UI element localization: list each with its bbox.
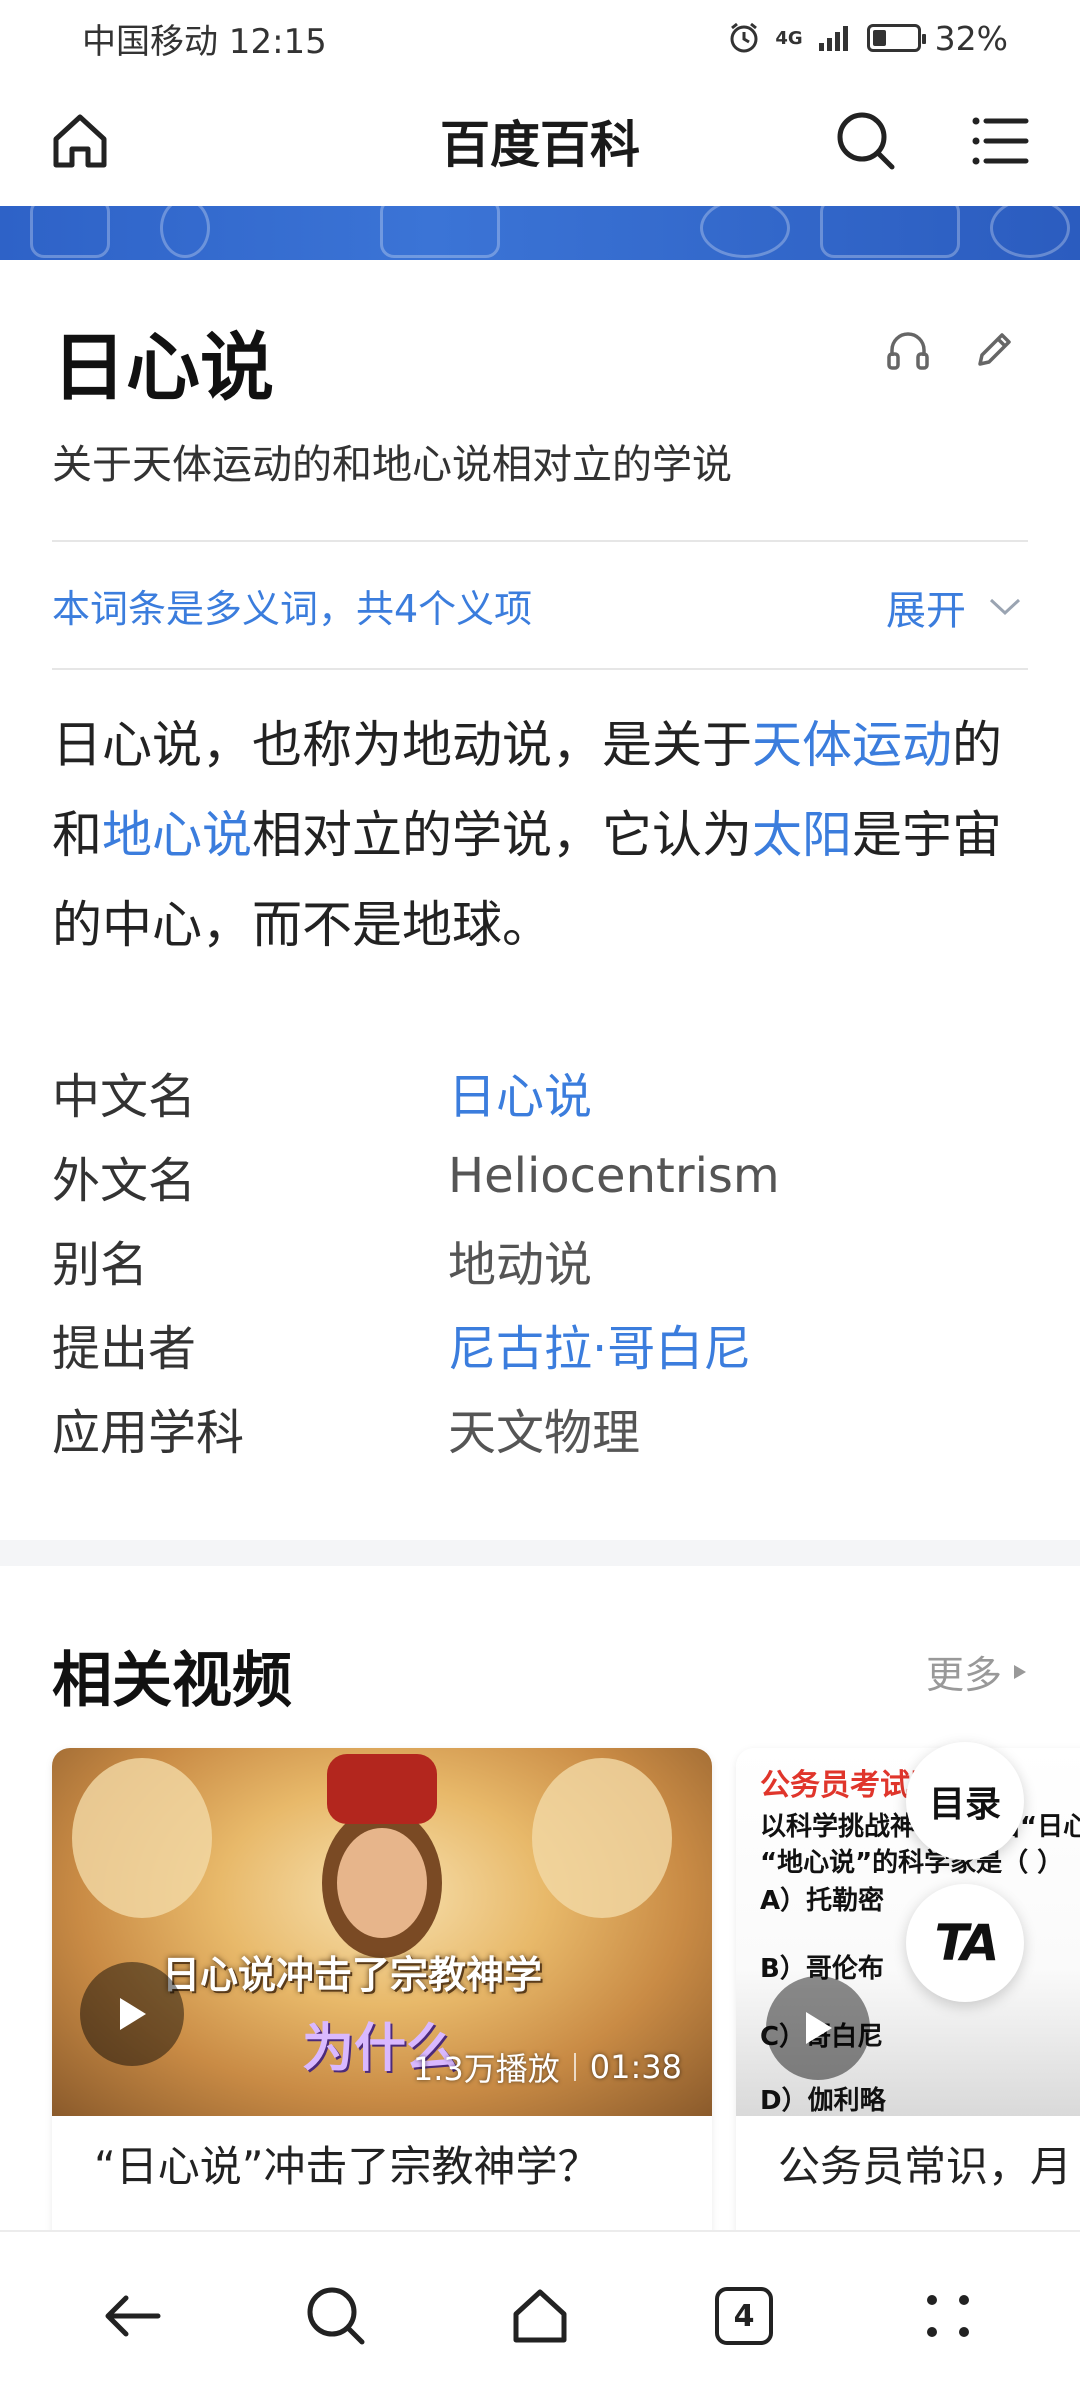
infobox-value: 地动说 <box>448 1237 593 1293</box>
triangle-right-icon <box>1014 1664 1026 1679</box>
search-icon[interactable] <box>826 101 906 181</box>
video-title[interactable]: 公务员常识，月 <box>736 2116 1080 2218</box>
infobox-row: 应用学科 天文物理 <box>52 1386 1028 1470</box>
tabs-button[interactable]: 4 <box>694 2266 794 2366</box>
infobox-row: 外文名 Heliocentrism <box>52 1134 1028 1218</box>
quiz-option: D）伽利略 <box>760 2086 886 2116</box>
more-link[interactable]: 更多 <box>926 1644 1028 1699</box>
top-nav: 百度百科 <box>0 76 1080 206</box>
header-banner <box>0 206 1080 260</box>
infobox-value: Heliocentrism <box>448 1148 780 1204</box>
entry-subtitle: 关于天体运动的和地心说相对立的学说 <box>52 442 732 488</box>
play-count: 1.3万播放 <box>412 2050 560 2088</box>
signal-icon <box>818 26 848 51</box>
summary-link[interactable]: 地心说 <box>102 806 252 864</box>
infobox: 中文名 日心说 外文名 Heliocentrism 别名 地动说 提出者 尼古拉·哥白尼 应用学… <box>52 1050 1028 1470</box>
thumbnail-angel <box>72 1758 212 1918</box>
quiz-question: “地心说”的科学家是（ ） <box>760 1848 1064 1878</box>
banner-decoration <box>160 206 210 258</box>
home-icon[interactable] <box>40 101 120 181</box>
meta-separator <box>573 2053 576 2081</box>
entry-title: 日心说 <box>52 325 274 411</box>
banner-decoration <box>380 206 500 258</box>
infobox-key: 提出者 <box>52 1321 197 1377</box>
banner-decoration <box>820 206 960 258</box>
bottom-nav: 4 <box>0 2230 1080 2400</box>
more-dots-icon[interactable] <box>898 2266 998 2366</box>
divider <box>52 540 1028 542</box>
banner-decoration <box>30 206 110 258</box>
video-card[interactable]: 日心说冲击了宗教神学 为什么 1.3万播放 01:38 “日心说”冲击了宗教神学… <box>52 1748 712 2230</box>
video-thumbnail[interactable]: 日心说冲击了宗教神学 为什么 1.3万播放 01:38 <box>52 1748 712 2116</box>
infobox-value-link[interactable]: 日心说 <box>448 1057 592 1127</box>
infobox-key: 应用学科 <box>52 1405 245 1461</box>
home-icon[interactable] <box>490 2266 590 2366</box>
infobox-row: 中文名 日心说 <box>52 1050 1028 1134</box>
infobox-value: 天文物理 <box>448 1405 641 1461</box>
play-button[interactable] <box>80 1962 184 2066</box>
carrier-time: 中国移动 12:15 <box>82 21 327 62</box>
play-button[interactable] <box>766 1976 870 2080</box>
back-icon[interactable] <box>82 2266 182 2366</box>
menu-icon[interactable] <box>960 101 1040 181</box>
banner-decoration <box>700 206 790 258</box>
alarm-icon <box>730 22 758 53</box>
play-icon <box>120 1998 146 2030</box>
video-meta: 1.3万播放 01:38 <box>413 2044 682 2090</box>
more-label: 更多 <box>925 1653 1002 1697</box>
battery-percent: 32% <box>934 18 1008 58</box>
thumbnail-face <box>337 1828 427 1938</box>
section-title: 相关视频 <box>52 1646 292 1716</box>
summary-link[interactable]: 天体运动 <box>752 716 952 774</box>
video-title[interactable]: “日心说”冲击了宗教神学？ <box>52 2116 712 2218</box>
summary-text: 日心说，也称为地动说，是关于 <box>52 716 752 774</box>
entry-card: 日心说 关于天体运动的和地心说相对立的学说 本词条是多义词，共4个义项 展开 日… <box>0 260 1080 1540</box>
infobox-row: 提出者 尼古拉·哥白尼 <box>52 1302 1028 1386</box>
battery-icon <box>866 24 926 52</box>
summary-link[interactable]: 太阳 <box>752 806 852 864</box>
quiz-option: A）托勒密 <box>760 1886 885 1916</box>
chevron-down-icon <box>989 598 1021 616</box>
summary-text: 相对立的学说，它认为 <box>252 806 752 864</box>
status-icons: 4G 32% <box>727 19 1008 58</box>
headphones-icon[interactable] <box>884 326 932 374</box>
video-card[interactable]: 公务员考试题目 以科学挑战神学，提出“日心说 “地心说”的科学家是（ ） A）托… <box>736 1748 1080 2230</box>
entry-summary: 日心说，也称为地动说，是关于天体运动的和地心说相对立的学说，它认为太阳是宇宙的中… <box>52 700 1042 970</box>
network-label: 4G <box>775 27 803 49</box>
video-duration: 01:38 <box>589 2048 682 2086</box>
infobox-key: 中文名 <box>52 1069 197 1125</box>
related-videos-section: 相关视频 更多 日心说冲击了宗教神学 为什么 1.3万播放 01:38 “日心说… <box>0 1566 1080 2230</box>
search-icon[interactable] <box>286 2266 386 2366</box>
infobox-key: 别名 <box>52 1237 149 1293</box>
divider <box>52 668 1028 670</box>
thumbnail-crown <box>327 1754 437 1824</box>
title-tools <box>884 326 1018 374</box>
section-gap <box>0 1540 1080 1566</box>
play-icon <box>806 2012 832 2044</box>
expand-button[interactable]: 展开 <box>886 578 1022 636</box>
infobox-row: 别名 地动说 <box>52 1218 1028 1302</box>
edit-icon[interactable] <box>970 326 1018 374</box>
expand-label: 展开 <box>886 588 966 634</box>
battery-level <box>872 30 886 46</box>
thumbnail-caption: 日心说冲击了宗教神学 <box>162 1953 543 1997</box>
ta-button[interactable]: TA <box>906 1884 1024 2002</box>
infobox-key: 外文名 <box>52 1153 197 1209</box>
tab-count: 4 <box>715 2287 773 2345</box>
infobox-value-link[interactable]: 尼古拉·哥白尼 <box>448 1309 751 1379</box>
toc-button[interactable]: 目录 <box>906 1742 1024 1860</box>
thumbnail-angel <box>532 1758 672 1918</box>
polysemy-note[interactable]: 本词条是多义词，共4个义项 <box>52 578 532 633</box>
status-bar: 中国移动 12:15 4G 32% <box>0 0 1080 76</box>
banner-decoration <box>990 206 1070 258</box>
